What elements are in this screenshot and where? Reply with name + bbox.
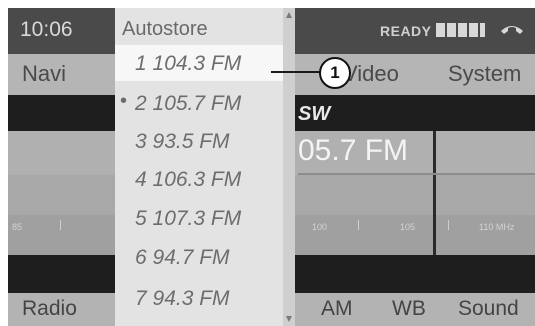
preset-station-item[interactable]: 4 106.3 FM [115,161,283,197]
scale-label: 85 [12,222,23,232]
menu-wb[interactable]: WB [392,297,426,321]
scroll-down-arrow-icon[interactable] [286,316,292,322]
preset-station-item[interactable]: 5 107.3 FM [115,200,283,236]
current-frequency: 05.7 FM [298,134,409,167]
scale-tick [358,220,359,230]
preset-station-label: 5 107.3 FM [135,207,242,230]
divider [298,173,535,175]
menu-system[interactable]: System [448,61,521,87]
preset-station-label: 7 94.3 FM [135,287,230,310]
preset-station-label: 3 93.5 FM [135,130,230,153]
preset-station-label: 4 106.3 FM [135,168,242,191]
signal-strength-icon [436,23,494,37]
scale-tick [60,220,61,230]
autostore-list: Autostore 1 104.3 FM • 2 105.7 FM 3 93.5 FM… [115,8,283,326]
scale-label: 100 [312,222,328,232]
preset-station-label: 1 104.3 FM [135,52,242,75]
callout-marker: 1 [319,57,351,89]
preset-station-item[interactable]: • 2 105.7 FM [115,85,283,121]
band-label: SW [298,103,331,125]
menu-am[interactable]: AM [321,297,353,321]
preset-station-label: 2 105.7 FM [135,92,242,115]
preset-station-item[interactable]: 3 93.5 FM [115,123,283,159]
menu-navi[interactable]: Navi [22,61,66,87]
preset-station-item[interactable]: 6 94.7 FM [115,239,283,275]
scale-tick [448,220,449,230]
clock: 10:06 [20,18,73,41]
head-unit-screen: 10:06 READY Navi Video System SW 05.7 FM… [8,8,535,326]
phone-icon [501,26,523,34]
divider [433,131,436,255]
menu-video[interactable]: Video [343,61,399,87]
scale-label: 105 [400,222,416,232]
callout-leader-line [271,71,323,73]
menu-radio[interactable]: Radio [22,297,77,321]
autostore-title: Autostore [122,18,208,40]
scrollbar[interactable] [283,8,295,326]
scale-label: 110 MHz [479,222,515,232]
menu-sound[interactable]: Sound [458,297,519,321]
preset-station-item[interactable]: 7 94.3 FM [115,280,283,316]
ready-indicator: READY [380,23,432,39]
scroll-up-arrow-icon[interactable] [286,12,292,18]
current-station-bullet: • [120,90,128,112]
preset-station-item[interactable]: 1 104.3 FM [115,45,283,81]
preset-station-label: 6 94.7 FM [135,246,230,269]
